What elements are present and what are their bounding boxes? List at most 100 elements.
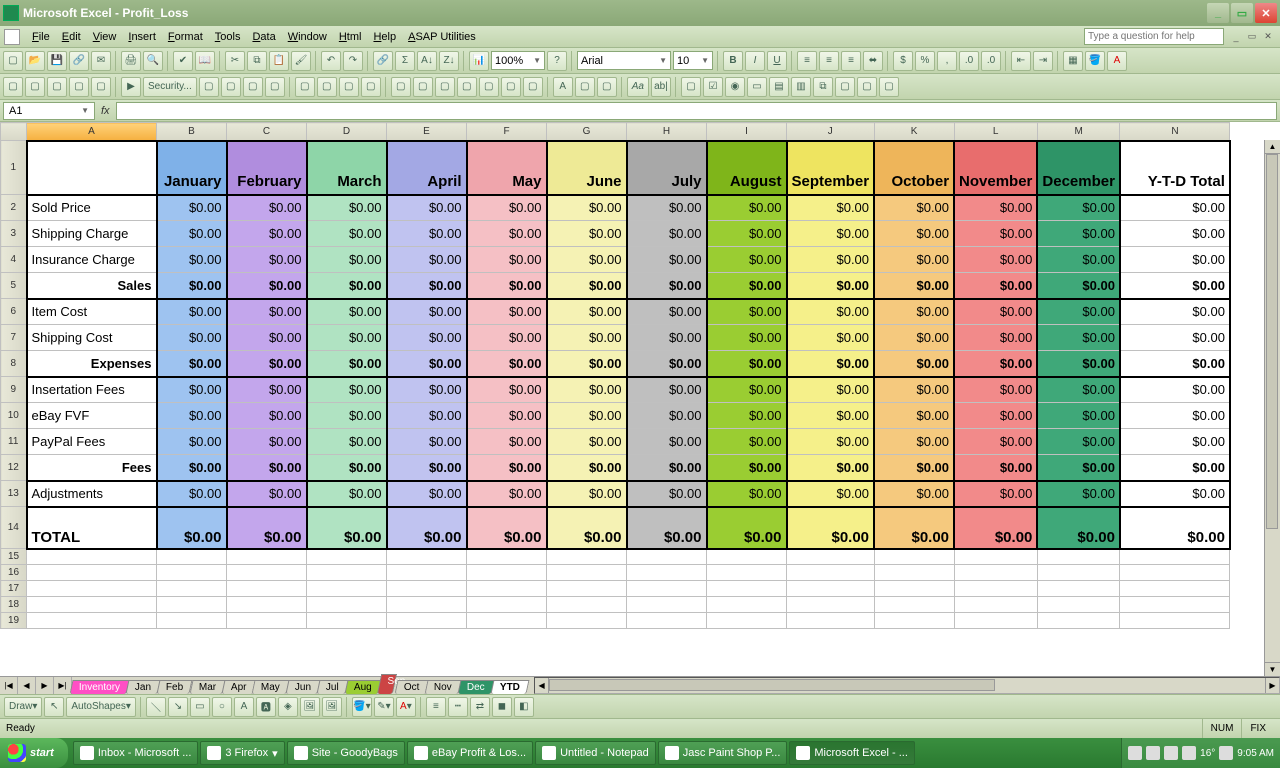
cell-value[interactable]: $0.00 [547,299,627,325]
cell-value[interactable]: $0.00 [227,221,307,247]
cell-value[interactable]: $0.00 [387,247,467,273]
empty-cell[interactable] [787,597,875,613]
cell-value[interactable]: $0.00 [707,403,787,429]
row-header-18[interactable]: 18 [1,597,27,613]
month-header-oct[interactable]: October [874,141,954,195]
cell-value[interactable]: $0.00 [874,455,954,481]
toolbar2-icon[interactable]: ▢ [221,77,241,97]
empty-cell[interactable] [627,613,707,629]
toolbar2-icon[interactable]: ◉ [725,77,745,97]
cell-value[interactable]: $0.00 [627,481,707,507]
close-button[interactable]: ✕ [1255,3,1277,23]
fill-color-icon[interactable]: 🪣▾ [352,697,372,717]
cell-value[interactable]: $0.00 [1037,273,1120,299]
row-header-15[interactable]: 15 [1,549,27,565]
cell-value[interactable]: $0.00 [387,195,467,221]
cell-value[interactable]: $0.00 [467,273,547,299]
cell-value[interactable]: $0.00 [627,195,707,221]
row-header-1[interactable]: 1 [1,141,27,195]
empty-cell[interactable] [27,565,157,581]
empty-cell[interactable] [954,581,1037,597]
month-header-feb[interactable]: February [227,141,307,195]
cell-ytd[interactable]: $0.00 [1120,247,1230,273]
cell-total[interactable]: $0.00 [227,507,307,549]
fx-icon[interactable]: fx [101,105,110,117]
toolbar2-icon[interactable]: ▢ [575,77,595,97]
month-header-jul[interactable]: July [627,141,707,195]
cell-value[interactable]: $0.00 [707,325,787,351]
sheet-tab-dec[interactable]: Dec [458,680,495,694]
row-label[interactable]: Sold Price [27,195,157,221]
cell-value[interactable]: $0.00 [954,221,1037,247]
cell-value[interactable]: $0.00 [227,429,307,455]
cell-value[interactable]: $0.00 [707,299,787,325]
cell-value[interactable]: $0.00 [707,221,787,247]
empty-cell[interactable] [1037,597,1120,613]
empty-cell[interactable] [467,565,547,581]
cell-value[interactable]: $0.00 [627,299,707,325]
sort-asc-icon[interactable]: A↓ [417,51,437,71]
cell-total[interactable]: $0.00 [157,507,227,549]
row-header-2[interactable]: 2 [1,195,27,221]
empty-cell[interactable] [27,581,157,597]
cell-value[interactable]: $0.00 [707,195,787,221]
empty-cell[interactable] [227,613,307,629]
empty-cell[interactable] [227,581,307,597]
col-header-H[interactable]: H [627,123,707,141]
tab-prev-icon[interactable]: ◀ [18,677,36,694]
empty-cell[interactable] [157,613,227,629]
cell-value[interactable]: $0.00 [157,221,227,247]
toolbar2-icon[interactable]: ⧉ [813,77,833,97]
spellcheck-icon[interactable]: ✔ [173,51,193,71]
cell-value[interactable]: $0.00 [1037,299,1120,325]
empty-cell[interactable] [27,549,157,565]
menu-file[interactable]: File [26,29,56,45]
toolbar2-icon[interactable]: Aa [627,77,649,97]
toolbar2-icon[interactable]: ☑ [703,77,723,97]
empty-cell[interactable] [307,597,387,613]
cell-ytd[interactable]: $0.00 [1120,455,1230,481]
empty-cell[interactable] [1120,613,1230,629]
cell-value[interactable]: $0.00 [1037,377,1120,403]
cell-value[interactable]: $0.00 [157,325,227,351]
col-header-D[interactable]: D [307,123,387,141]
cell-value[interactable]: $0.00 [227,481,307,507]
scroll-left-icon[interactable]: ◀ [535,678,549,693]
ytd-header[interactable]: Y-T-D Total [1120,141,1230,195]
empty-cell[interactable] [387,597,467,613]
cell-value[interactable]: $0.00 [227,377,307,403]
toolbar2-icon[interactable]: A [553,77,573,97]
cell-value[interactable]: $0.00 [787,351,875,377]
toolbar2-icon[interactable]: ▢ [47,77,67,97]
cell-total[interactable]: $0.00 [787,507,875,549]
scroll-right-icon[interactable]: ▶ [1265,678,1279,693]
horizontal-scrollbar[interactable]: ◀ ▶ [534,677,1280,694]
toolbar2-icon[interactable]: ▢ [523,77,543,97]
row-label[interactable]: Shipping Charge [27,221,157,247]
row-header-10[interactable]: 10 [1,403,27,429]
cell-value[interactable]: $0.00 [707,377,787,403]
cell-value[interactable]: $0.00 [627,247,707,273]
cell-value[interactable]: $0.00 [787,247,875,273]
cell-value[interactable]: $0.00 [787,455,875,481]
row-label[interactable]: Expenses [27,351,157,377]
empty-cell[interactable] [467,613,547,629]
row-header-5[interactable]: 5 [1,273,27,299]
cell-value[interactable]: $0.00 [547,273,627,299]
zoom-combo[interactable]: 100%▼ [491,51,545,70]
doc-close-button[interactable]: ✕ [1260,30,1276,44]
toolbar2-icon[interactable]: ▢ [479,77,499,97]
save-icon[interactable]: 💾 [47,51,67,71]
cell-value[interactable]: $0.00 [954,377,1037,403]
row-header-4[interactable]: 4 [1,247,27,273]
toolbar2-icon[interactable]: ▢ [857,77,877,97]
cell-value[interactable]: $0.00 [874,403,954,429]
cell-total[interactable]: $0.00 [627,507,707,549]
cell-value[interactable]: $0.00 [707,429,787,455]
cell-value[interactable]: $0.00 [627,377,707,403]
research-icon[interactable]: 📖 [195,51,215,71]
cell-value[interactable]: $0.00 [787,377,875,403]
menu-format[interactable]: Format [162,29,209,45]
borders-icon[interactable]: ▦ [1063,51,1083,71]
cell-value[interactable]: $0.00 [227,247,307,273]
